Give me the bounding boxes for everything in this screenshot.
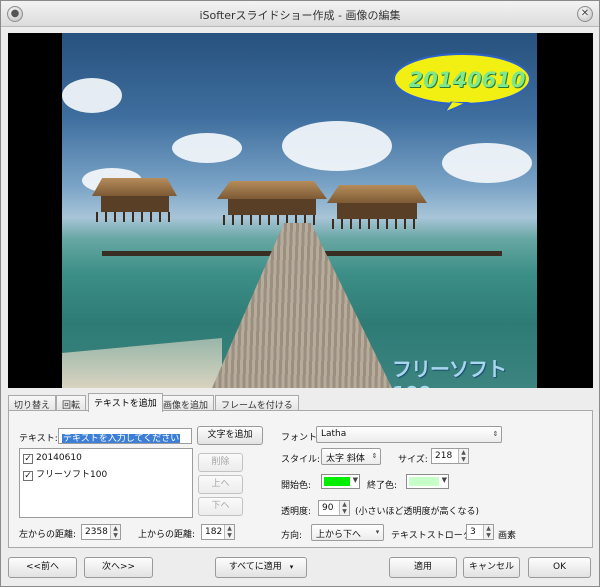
spin-arrows-icon[interactable]: ▲ ▼ <box>110 525 120 539</box>
direction-value: 上から下へ <box>316 530 362 540</box>
text-input-placeholder: テキストを入力してください <box>62 434 181 444</box>
opacity-value: 90 <box>322 503 334 513</box>
preview-photo: 20140610 フリーソフト100 <box>62 33 537 388</box>
end-color-label: 終了色: <box>367 481 398 491</box>
title-bar: ● iSofterスライドショー作成 - 画像の編集 ✕ <box>1 1 599 27</box>
delete-button[interactable]: 削除 <box>198 453 243 472</box>
tab-transition[interactable]: 切り替え <box>8 395 57 411</box>
cloud-shape <box>172 133 242 163</box>
spin-arrows-icon[interactable]: ▲ ▼ <box>458 449 468 463</box>
speech-balloon[interactable]: 20140610 <box>392 51 537 116</box>
previous-button[interactable]: <<前へ <box>8 557 77 578</box>
list-item[interactable]: ✓ フリーソフト100 <box>23 467 108 481</box>
text-input[interactable]: テキストを入力してください <box>58 428 192 444</box>
size-stepper[interactable]: 218 ▲ ▼ <box>431 448 469 464</box>
wooden-pier <box>212 223 392 388</box>
list-item-label: フリーソフト100 <box>36 470 108 480</box>
left-distance-stepper[interactable]: 2358 ▲ ▼ <box>81 524 121 540</box>
direction-select[interactable]: 上から下へ ▾ <box>311 524 384 541</box>
list-item[interactable]: ✓ 20140610 <box>23 453 82 466</box>
image-preview: 20140610 フリーソフト100 <box>8 33 593 388</box>
left-distance-value: 2358 <box>85 527 108 537</box>
stroke-value: 3 <box>470 527 476 537</box>
window-title: iSofterスライドショー作成 - 画像の編集 <box>199 9 401 22</box>
dropdown-arrow-icon: ▼ <box>441 476 447 484</box>
add-text-button[interactable]: 文字を追加 <box>197 426 263 445</box>
style-label: スタイル: <box>281 455 321 465</box>
spin-arrows-icon[interactable]: ▲ ▼ <box>224 525 234 539</box>
text-list[interactable]: ✓ 20140610 ✓ フリーソフト100 <box>19 448 193 518</box>
next-button[interactable]: 次へ>> <box>84 557 153 578</box>
cloud-shape <box>442 143 532 183</box>
checkbox-checked[interactable]: ✓ <box>23 454 33 464</box>
updown-icon: ⇕ <box>371 452 378 460</box>
tab-rotate[interactable]: 回転 <box>56 395 87 411</box>
tab-add-image[interactable]: 画像を追加 <box>157 395 215 411</box>
tab-add-text[interactable]: テキストを追加 <box>88 393 163 412</box>
ok-button[interactable]: OK <box>528 557 591 578</box>
text-label: テキスト: <box>19 434 58 444</box>
style-value: 太字 斜体 <box>326 454 365 464</box>
balloon-text: 20140610 <box>408 68 526 92</box>
opacity-stepper[interactable]: 90 ▲ ▼ <box>318 500 350 516</box>
end-color-picker[interactable]: ▼ <box>406 474 449 489</box>
hut-right <box>327 185 427 230</box>
direction-label: 方向: <box>281 531 303 541</box>
spin-arrows-icon[interactable]: ▲ ▼ <box>483 525 493 539</box>
apply-button[interactable]: 適用 <box>389 557 457 578</box>
cloud-shape <box>282 121 392 171</box>
beach-sand <box>62 338 222 388</box>
stroke-label: テキストストローク: <box>391 531 475 541</box>
cloud-shape <box>62 78 122 113</box>
dropdown-arrow-icon: ▼ <box>352 476 358 484</box>
chevron-down-icon: ▾ <box>289 563 294 571</box>
start-color-picker[interactable]: ▼ <box>321 474 360 489</box>
start-color-fill <box>324 477 350 486</box>
start-color-label: 開始色: <box>281 481 312 491</box>
tab-add-frame[interactable]: フレームを付ける <box>215 395 299 411</box>
size-value: 218 <box>435 451 453 461</box>
chevron-down-icon: ▾ <box>375 528 380 536</box>
font-value: Latha <box>321 429 347 439</box>
list-item-label: 20140610 <box>36 453 82 463</box>
updown-icon: ⇕ <box>492 430 499 438</box>
close-icon[interactable]: ✕ <box>577 6 593 22</box>
hut-center <box>217 181 327 229</box>
spin-arrows-icon[interactable]: ▲ ▼ <box>339 501 349 515</box>
checkbox-checked[interactable]: ✓ <box>23 471 33 481</box>
end-color-fill <box>409 477 439 486</box>
opacity-hint: (小さいほど透明度が高くなる) <box>355 507 480 517</box>
size-label: サイズ: <box>398 455 428 465</box>
top-distance-label: 上からの距離: <box>138 530 196 540</box>
left-distance-label: 左からの距離: <box>19 530 77 540</box>
top-distance-stepper[interactable]: 182 ▲ ▼ <box>201 524 235 540</box>
cancel-button[interactable]: キャンセル <box>463 557 520 578</box>
stroke-stepper[interactable]: 3 ▲ ▼ <box>466 524 494 540</box>
move-up-button[interactable]: 上へ <box>198 475 243 494</box>
font-label: フォント: <box>281 433 321 443</box>
style-select[interactable]: 太字 斜体 ⇕ <box>321 448 381 465</box>
overlay-text[interactable]: フリーソフト100 <box>392 353 537 388</box>
stroke-unit: 画素 <box>498 531 517 541</box>
top-distance-value: 182 <box>205 527 223 537</box>
apply-all-label: すべてに適用 <box>228 562 282 572</box>
move-down-button[interactable]: 下へ <box>198 497 243 516</box>
font-select[interactable]: Latha ⇕ <box>316 426 502 443</box>
opacity-label: 透明度: <box>281 507 312 517</box>
editor-window: ● iSofterスライドショー作成 - 画像の編集 ✕ 20140610 フリ… <box>0 0 600 587</box>
hut-left <box>92 178 177 228</box>
apply-all-dropdown[interactable]: すべてに適用 ▾ <box>215 557 307 578</box>
